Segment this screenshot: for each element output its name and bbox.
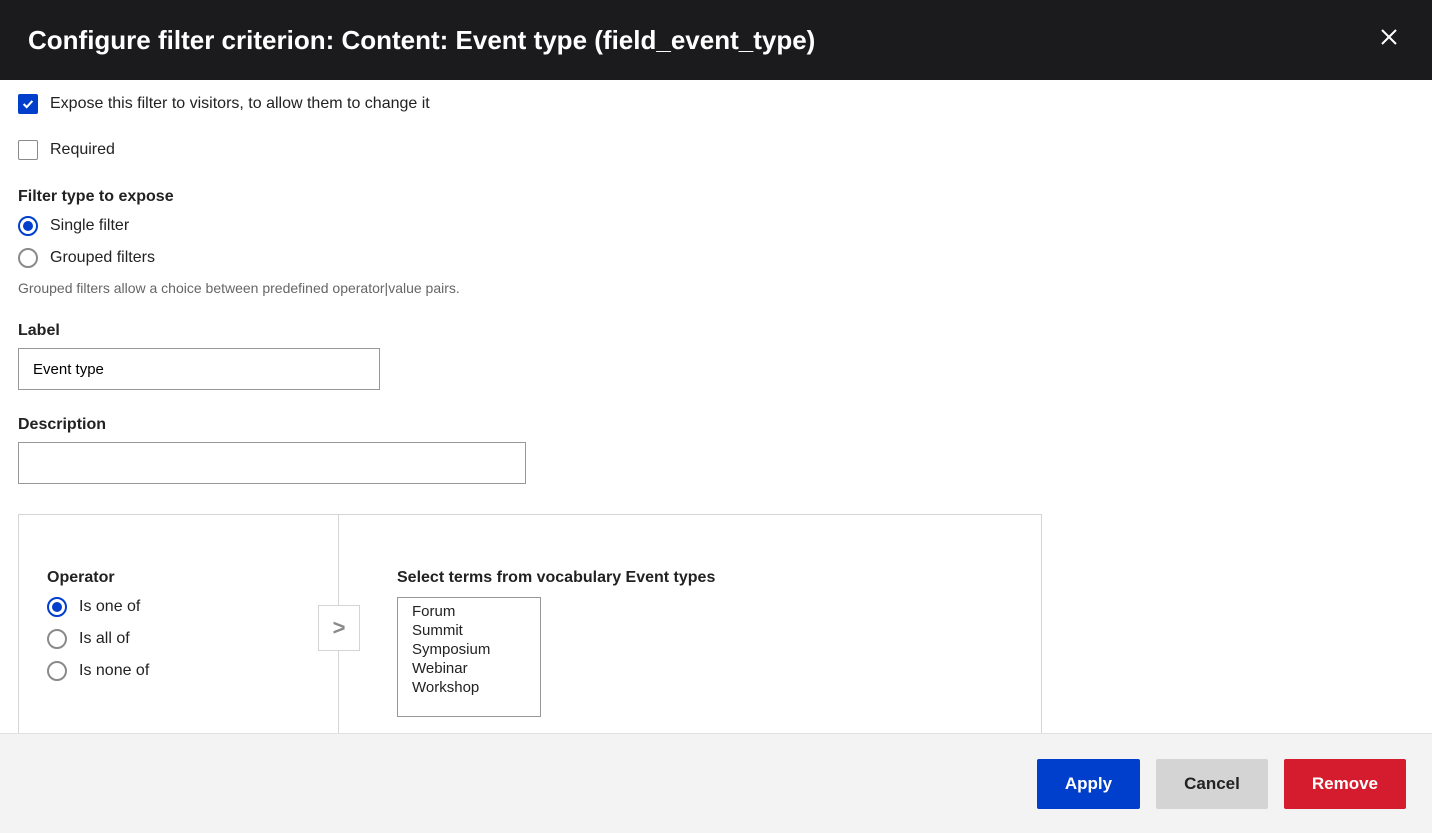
remove-button[interactable]: Remove xyxy=(1284,759,1406,809)
description-input[interactable] xyxy=(18,442,526,484)
label-field-label: Label xyxy=(18,322,1414,340)
operator-column: Operator Is one of Is all of Is none of … xyxy=(19,515,339,733)
dialog-body[interactable]: Expose this filter to visitors, to allow… xyxy=(0,80,1432,733)
operator-heading: Operator xyxy=(47,569,310,587)
terms-heading: Select terms from vocabulary Event types xyxy=(397,569,1013,587)
terms-select[interactable]: Forum Summit Symposium Webinar Workshop xyxy=(397,597,541,717)
apply-button[interactable]: Apply xyxy=(1037,759,1140,809)
dialog-title: Configure filter criterion: Content: Eve… xyxy=(28,25,815,56)
close-button[interactable] xyxy=(1374,22,1404,58)
required-label: Required xyxy=(50,141,115,159)
required-row: Required xyxy=(18,140,1414,160)
operator-one-of-label: Is one of xyxy=(79,598,140,616)
operator-none-of-row: Is none of xyxy=(47,661,310,681)
filter-type-single-label: Single filter xyxy=(50,217,129,235)
column-toggle[interactable]: > xyxy=(318,605,360,651)
expose-filter-row: Expose this filter to visitors, to allow… xyxy=(18,94,1414,114)
terms-option[interactable]: Forum xyxy=(398,602,540,621)
terms-option[interactable]: Webinar xyxy=(398,659,540,678)
operator-terms-panel: Operator Is one of Is all of Is none of … xyxy=(18,514,1042,733)
operator-one-of-radio[interactable] xyxy=(47,597,67,617)
operator-none-of-label: Is none of xyxy=(79,662,149,680)
terms-column: Select terms from vocabulary Event types… xyxy=(339,515,1041,733)
dialog-footer: Apply Cancel Remove xyxy=(0,733,1432,833)
description-field-label: Description xyxy=(18,416,1414,434)
filter-type-grouped-radio[interactable] xyxy=(18,248,38,268)
operator-one-of-row: Is one of xyxy=(47,597,310,617)
required-checkbox[interactable] xyxy=(18,140,38,160)
operator-none-of-radio[interactable] xyxy=(47,661,67,681)
expose-filter-checkbox[interactable] xyxy=(18,94,38,114)
terms-option[interactable]: Workshop xyxy=(398,678,540,697)
filter-type-grouped-label: Grouped filters xyxy=(50,249,155,267)
filter-type-single-radio[interactable] xyxy=(18,216,38,236)
filter-type-grouped-row: Grouped filters xyxy=(18,248,1414,268)
cancel-button[interactable]: Cancel xyxy=(1156,759,1268,809)
expose-filter-label: Expose this filter to visitors, to allow… xyxy=(50,95,430,113)
filter-type-single-row: Single filter xyxy=(18,216,1414,236)
chevron-right-icon: > xyxy=(333,615,346,641)
filter-type-heading: Filter type to expose xyxy=(18,188,1414,206)
close-icon xyxy=(1380,28,1398,46)
label-input[interactable] xyxy=(18,348,380,390)
operator-all-of-label: Is all of xyxy=(79,630,130,648)
operator-all-of-row: Is all of xyxy=(47,629,310,649)
terms-option[interactable]: Symposium xyxy=(398,640,540,659)
operator-all-of-radio[interactable] xyxy=(47,629,67,649)
filter-type-help: Grouped filters allow a choice between p… xyxy=(18,280,1414,296)
terms-option[interactable]: Summit xyxy=(398,621,540,640)
check-icon xyxy=(21,97,35,111)
dialog-header: Configure filter criterion: Content: Eve… xyxy=(0,0,1432,80)
